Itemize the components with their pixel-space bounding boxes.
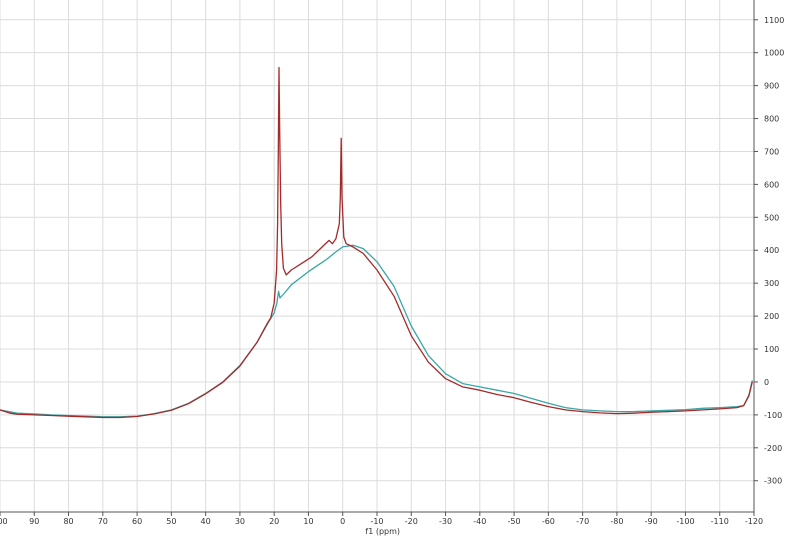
x-tick-label: -50 [508,517,521,526]
nmr-spectrum-chart: 1009080706050403020100-10-20-30-40-50-60… [0,0,784,536]
x-tick-label: -80 [610,517,623,526]
y-tick-label: 500 [764,213,779,222]
y-tick-label: 100 [764,345,779,354]
grid [0,0,755,512]
y-tick-label: 1100 [764,16,784,25]
x-tick-label: -70 [576,517,589,526]
x-tick-label: 50 [166,517,176,526]
x-tick-label: -10 [370,517,383,526]
x-tick-label: -60 [542,517,555,526]
x-tick-label: -20 [405,517,418,526]
x-tick-label: 60 [132,517,142,526]
x-tick-label: -120 [745,517,763,526]
x-tick-label: 30 [235,517,245,526]
axes: 1009080706050403020100-10-20-30-40-50-60… [0,0,784,526]
x-tick-label: 10 [303,517,313,526]
x-tick-label: -100 [676,517,694,526]
x-tick-label: 40 [201,517,211,526]
y-tick-label: 800 [764,115,779,124]
series-layer [0,66,753,419]
x-tick-label: 0 [340,517,345,526]
y-tick-label: -100 [764,411,782,420]
x-tick-label: 70 [98,517,108,526]
x-tick-label: 100 [0,517,8,526]
spectrum-line-1 [0,244,753,418]
y-tick-label: 1000 [764,49,784,58]
x-tick-label: 20 [269,517,279,526]
y-tick-label: 900 [764,82,779,91]
x-tick-label: 90 [29,517,39,526]
y-tick-label: 400 [764,246,779,255]
y-tick-label: -300 [764,477,782,486]
y-tick-label: 0 [764,378,769,387]
y-tick-label: 300 [764,279,779,288]
x-tick-label: -90 [645,517,658,526]
spectrum-line-2 [0,66,753,419]
y-tick-label: -200 [764,444,782,453]
y-tick-label: 200 [764,312,779,321]
x-tick-label: -30 [439,517,452,526]
x-tick-label: -40 [473,517,486,526]
x-tick-label: 80 [63,517,73,526]
y-tick-label: 700 [764,147,779,156]
y-tick-label: 600 [764,180,779,189]
x-axis-title: f1 (ppm) [365,527,400,536]
x-tick-label: -110 [711,517,729,526]
